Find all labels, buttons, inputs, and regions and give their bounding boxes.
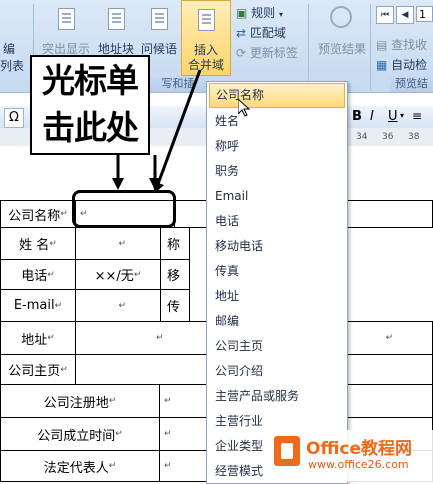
menu-item-phone[interactable]: 电话 xyxy=(207,209,347,234)
watermark-url: www.office26.com xyxy=(308,458,409,471)
merge-field-dropdown: 公司名称 姓名 称呼 职务 Email 电话 移动电话 传真 地址 邮编 公司主… xyxy=(206,81,348,484)
menu-item-position[interactable]: 职务 xyxy=(207,159,347,184)
menu-item-name[interactable]: 姓名 xyxy=(207,109,347,134)
menu-item-salutation[interactable]: 称呼 xyxy=(207,134,347,159)
menu-item-company-intro[interactable]: 公司介绍 xyxy=(207,359,347,384)
office-logo-icon xyxy=(274,436,300,466)
menu-item-main-products[interactable]: 主营产品或服务 xyxy=(207,384,347,409)
menu-item-mobile[interactable]: 移动电话 xyxy=(207,234,347,259)
menu-item-homepage[interactable]: 公司主页 xyxy=(207,334,347,359)
menu-pointer-arrow xyxy=(156,69,202,185)
callout-down-arrowhead xyxy=(112,178,124,190)
menu-item-company-name[interactable]: 公司名称 xyxy=(209,83,345,108)
watermark-brand: Office教程网 xyxy=(306,439,413,459)
menu-item-postcode[interactable]: 邮编 xyxy=(207,309,347,334)
menu-item-fax[interactable]: 传真 xyxy=(207,259,347,284)
menu-item-email[interactable]: Email xyxy=(207,184,347,209)
watermark: Office教程网 www.office26.com xyxy=(270,430,433,482)
menu-item-address[interactable]: 地址 xyxy=(207,284,347,309)
mouse-cursor-icon xyxy=(238,99,250,117)
